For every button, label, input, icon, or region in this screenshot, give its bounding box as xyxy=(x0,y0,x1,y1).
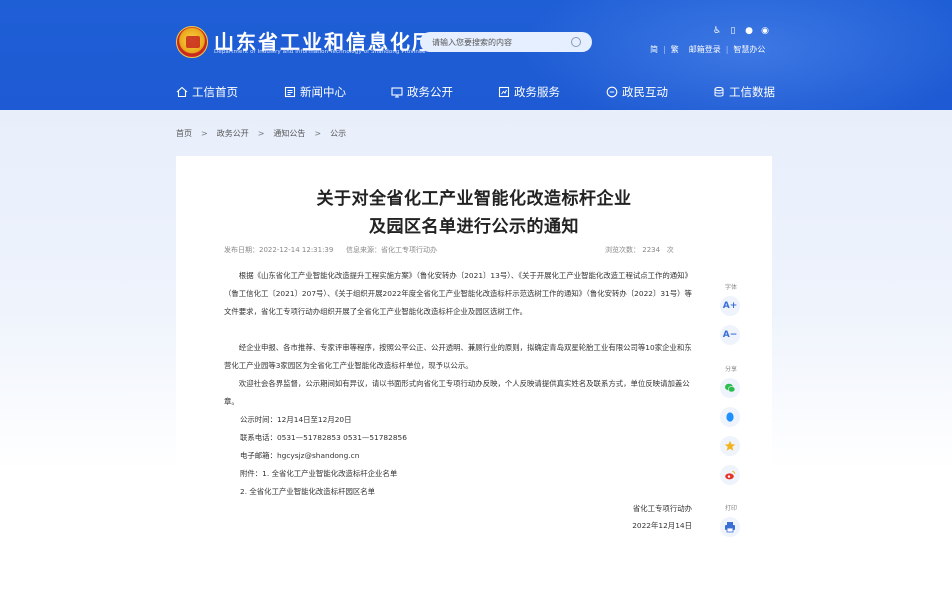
nav-label: 工信首页 xyxy=(192,85,238,99)
accessibility-icons: ♿ ▯ ● ◉ xyxy=(712,26,774,38)
paragraph-1-text: 根据《山东省化工产业智能化改造提升工程实施方案》（鲁化安转办〔2021〕13号）… xyxy=(224,271,692,316)
font-size-label: 字体 xyxy=(725,284,738,291)
nav-item-news[interactable]: 新闻中心 xyxy=(284,84,346,100)
paragraph-1: 根据《山东省化工产业智能化改造提升工程实施方案》（鲁化安转办〔2021〕13号）… xyxy=(224,267,694,321)
nav-item-interaction[interactable]: 政民互动 xyxy=(606,84,668,100)
paragraph-3-text: 欢迎社会各界监督，公示期间如有异议，请以书面形式向省化工专项行动办反映，个人反映… xyxy=(224,379,690,406)
signature-org: 省化工专项行动办 xyxy=(632,504,692,513)
share-qq-button[interactable] xyxy=(720,407,740,427)
print-label: 打印 xyxy=(725,505,738,512)
info-source: 信息来源：省化工专项行动办 xyxy=(346,246,437,254)
breadcrumb-separator: > xyxy=(201,129,208,138)
paragraph-3: 欢迎社会各界监督，公示期间如有异议，请以书面形式向省化工专项行动办反映，个人反映… xyxy=(224,375,694,411)
share-favorite-button[interactable] xyxy=(720,436,740,456)
font-larger-button[interactable]: A+ xyxy=(720,296,740,316)
font-smaller-button[interactable]: A− xyxy=(720,325,740,345)
nav-item-service[interactable]: 政务服务 xyxy=(498,84,560,100)
nav-label: 政务公开 xyxy=(407,85,453,99)
wechat-icon xyxy=(725,383,736,393)
breadcrumb-separator: > xyxy=(314,129,322,138)
nav-label: 政民互动 xyxy=(622,85,668,99)
nav-item-data[interactable]: 工信数据 xyxy=(713,84,775,100)
data-icon xyxy=(714,86,724,97)
nav-label: 新闻中心 xyxy=(300,85,346,99)
breadcrumb-publicity[interactable]: 公示 xyxy=(330,128,346,139)
breadcrumb: 首页 > 政务公开 > 通知公告 > 公示 xyxy=(176,128,346,139)
breadcrumb-notices[interactable]: 通知公告 xyxy=(273,128,305,139)
breadcrumb-home[interactable]: 首页 xyxy=(176,128,192,139)
article-title-line1: 关于对全省化工产业智能化改造标杆企业 xyxy=(316,189,632,209)
mobile-icon[interactable]: ▯ xyxy=(728,26,738,36)
simplified-link[interactable]: 简 xyxy=(650,44,658,55)
site-subtitle: Department of Industry and Information T… xyxy=(214,49,426,55)
printer-icon xyxy=(725,522,735,533)
divider: | xyxy=(663,45,666,54)
contact-email: 电子邮箱：hgcysjz@shandong.cn xyxy=(240,451,360,460)
news-icon xyxy=(284,86,296,98)
breadcrumb-separator: > xyxy=(257,129,265,138)
accessibility-icon[interactable]: ♿ xyxy=(712,26,722,36)
interaction-icon xyxy=(606,86,618,98)
signature-date: 2022年12月14日 xyxy=(632,521,692,530)
paragraph-2-text: 经企业申报、各市推荐、专家评审等程序，按照公平公正、公开透明、兼顾行业的原则，拟… xyxy=(224,343,692,370)
nav-label: 工信数据 xyxy=(729,85,775,99)
smart-office-link[interactable]: 智慧办公 xyxy=(733,44,765,55)
open-affairs-icon xyxy=(391,87,403,98)
qq-icon xyxy=(726,412,734,422)
article-title-line2: 及园区名单进行公示的通知 xyxy=(369,217,579,237)
nav-item-open-affairs[interactable]: 政务公开 xyxy=(391,84,453,100)
site-header: 山东省工业和信息化厅 Department of Industry and In… xyxy=(0,0,952,110)
divider: | xyxy=(725,45,729,54)
traditional-link[interactable]: 繁 xyxy=(671,44,679,55)
view-count: 浏览次数： 2234 次 xyxy=(605,245,674,255)
national-emblem-logo[interactable] xyxy=(176,26,208,58)
star-icon xyxy=(724,440,736,451)
view-count-unit: 次 xyxy=(666,246,674,254)
print-button[interactable] xyxy=(720,517,740,537)
top-links: 简 | 繁邮箱登录 | 智慧办公 xyxy=(650,44,765,56)
article-card: 关于对全省化工产业智能化改造标杆企业 及园区名单进行公示的通知 发布日期：202… xyxy=(176,156,772,592)
share-wechat-button[interactable] xyxy=(720,378,740,398)
publish-date: 发布日期：2022-12-14 12:31:39 xyxy=(224,246,334,254)
weibo-icon[interactable]: ◉ xyxy=(760,26,770,36)
wechat-icon[interactable]: ● xyxy=(744,26,754,36)
service-icon xyxy=(498,86,510,98)
share-label: 分享 xyxy=(725,366,738,373)
publicity-time: 公示时间：12月14日至12月20日 xyxy=(240,415,352,424)
nav-label: 政务服务 xyxy=(514,85,560,99)
attachment-1[interactable]: 附件：1. 全省化工产业智能化改造标杆企业名单 xyxy=(240,465,397,483)
search-input[interactable] xyxy=(432,35,562,49)
main-nav: 工信首页 新闻中心 政务公开 政务服务 政民互动 工信数据 xyxy=(0,74,952,110)
view-count-value: 2234 xyxy=(642,246,661,254)
search-box xyxy=(420,32,592,52)
share-weibo-button[interactable] xyxy=(720,465,740,485)
home-icon xyxy=(176,86,188,98)
view-count-label: 浏览次数： xyxy=(605,246,640,254)
weibo-icon xyxy=(725,470,736,480)
paragraph-2: 经企业申报、各市推荐、专家评审等程序，按照公平公正、公开透明、兼顾行业的原则，拟… xyxy=(224,339,694,375)
attachment-2[interactable]: 2. 全省化工产业智能化改造标杆园区名单 xyxy=(240,483,375,501)
nav-item-home[interactable]: 工信首页 xyxy=(176,84,238,100)
mail-login-link[interactable]: 邮箱登录 xyxy=(689,44,721,55)
search-icon[interactable] xyxy=(571,37,581,47)
contact-phone: 联系电话：0531—51782853 0531—51782856 xyxy=(240,433,407,442)
breadcrumb-open-affairs[interactable]: 政务公开 xyxy=(217,128,249,139)
